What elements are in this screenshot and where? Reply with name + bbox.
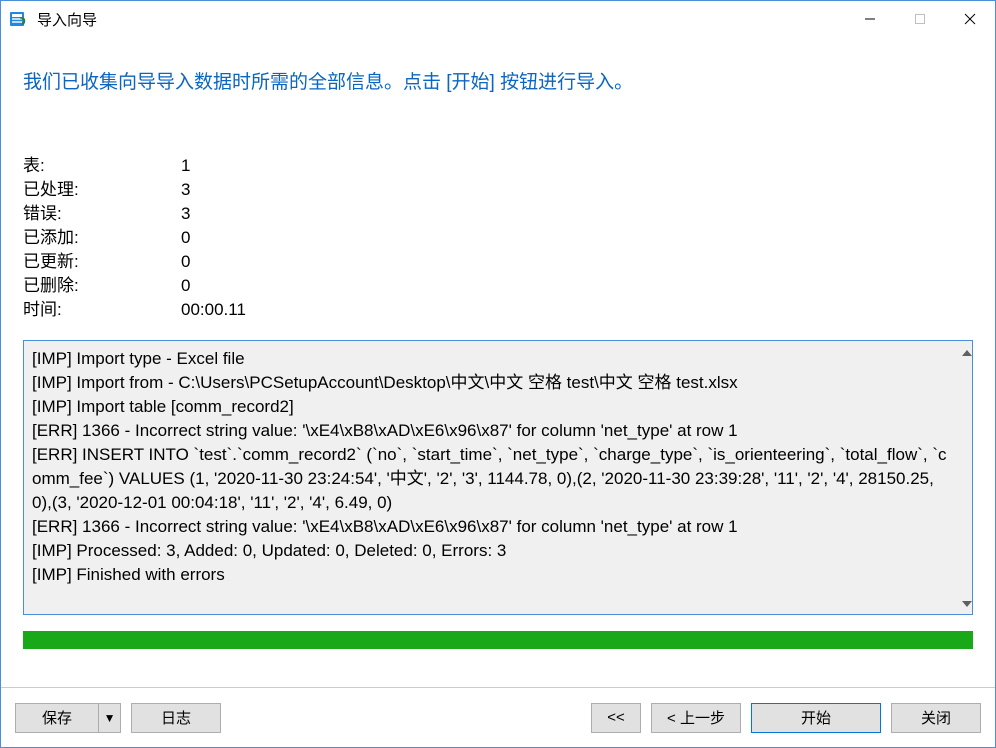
progress-fill — [23, 631, 973, 649]
window-controls — [845, 1, 995, 37]
log-panel: [IMP] Import type - Excel file [IMP] Imp… — [23, 340, 973, 615]
stats-row: 时间:00:00.11 — [23, 298, 973, 322]
stats-label: 已更新: — [23, 250, 181, 274]
stats-row: 已更新:0 — [23, 250, 973, 274]
stats-label: 已处理: — [23, 178, 181, 202]
stats-row: 已处理:3 — [23, 178, 973, 202]
stats-label: 时间: — [23, 298, 181, 322]
progress-bar — [23, 631, 973, 649]
close-window-button[interactable] — [945, 1, 995, 37]
footer-bar: 保存 ▼ 日志 << < 上一步 开始 关闭 — [1, 687, 995, 747]
stats-value: 0 — [181, 226, 190, 250]
save-button[interactable]: 保存 — [15, 703, 99, 733]
save-split-button[interactable]: 保存 ▼ — [15, 703, 121, 733]
save-dropdown-button[interactable]: ▼ — [99, 703, 121, 733]
log-textarea[interactable]: [IMP] Import type - Excel file [IMP] Imp… — [24, 341, 962, 614]
previous-button[interactable]: < 上一步 — [651, 703, 741, 733]
stats-row: 错误:3 — [23, 202, 973, 226]
log-scrollbar[interactable] — [962, 341, 972, 614]
stats-row: 已删除:0 — [23, 274, 973, 298]
close-button[interactable]: 关闭 — [891, 703, 981, 733]
caret-down-icon: ▼ — [104, 712, 116, 724]
stats-label: 已删除: — [23, 274, 181, 298]
first-page-button[interactable]: << — [591, 703, 641, 733]
stats-label: 表: — [23, 154, 181, 178]
titlebar: 导入向导 — [1, 1, 995, 37]
start-button[interactable]: 开始 — [751, 703, 881, 733]
import-wizard-window: 导入向导 我们已收集向导导入数据时所需的全部信息。点击 [开始] 按钮进行导入。… — [0, 0, 996, 748]
stats-table: 表:1已处理:3错误:3已添加:0已更新:0已删除:0时间:00:00.11 — [23, 154, 973, 322]
stats-label: 已添加: — [23, 226, 181, 250]
minimize-button[interactable] — [845, 1, 895, 37]
stats-value: 00:00.11 — [181, 298, 246, 322]
stats-row: 表:1 — [23, 154, 973, 178]
window-title: 导入向导 — [37, 9, 97, 30]
scroll-up-icon[interactable] — [962, 345, 972, 359]
scroll-down-icon[interactable] — [962, 596, 972, 610]
stats-row: 已添加:0 — [23, 226, 973, 250]
stats-value: 1 — [181, 154, 190, 178]
stats-value: 0 — [181, 250, 190, 274]
stats-label: 错误: — [23, 202, 181, 226]
content-area: 我们已收集向导导入数据时所需的全部信息。点击 [开始] 按钮进行导入。 表:1已… — [1, 37, 995, 687]
log-button[interactable]: 日志 — [131, 703, 221, 733]
app-icon — [9, 9, 29, 29]
stats-value: 3 — [181, 178, 190, 202]
wizard-headline: 我们已收集向导导入数据时所需的全部信息。点击 [开始] 按钮进行导入。 — [23, 67, 973, 94]
maximize-button — [895, 1, 945, 37]
stats-value: 0 — [181, 274, 190, 298]
stats-value: 3 — [181, 202, 190, 226]
